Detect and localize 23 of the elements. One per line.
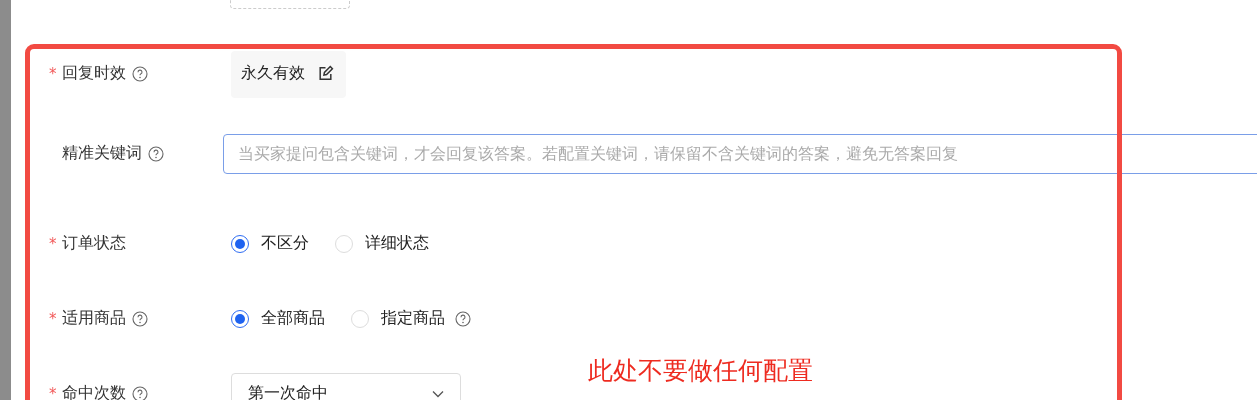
required-mark: *: [49, 309, 58, 328]
help-icon[interactable]: [132, 310, 148, 327]
option-label[interactable]: 详细状态: [365, 233, 429, 254]
keyword-field[interactable]: 当买家提问包含关键词，才会回复该答案。若配置关键词，请保留不含关键词的答案，避免无答案回复: [223, 133, 1257, 174]
validity-value[interactable]: 永久有效: [231, 51, 346, 98]
field-label: 回复时效: [62, 63, 126, 84]
help-icon[interactable]: [148, 145, 164, 162]
help-icon[interactable]: [455, 310, 471, 327]
field-label: 适用商品: [62, 308, 126, 329]
required-mark: *: [49, 64, 58, 83]
option-label[interactable]: 指定商品: [381, 308, 445, 329]
field-label: 精准关键词: [62, 143, 142, 164]
option-label[interactable]: 不区分: [261, 233, 309, 254]
annotation-text: 此处不要做任何配置: [588, 355, 813, 387]
required-mark: *: [49, 234, 58, 253]
help-icon[interactable]: [132, 385, 148, 400]
field-label: 命中次数: [62, 383, 126, 400]
help-icon[interactable]: [132, 65, 148, 82]
field-label: 订单状态: [62, 233, 126, 254]
option-label[interactable]: 全部商品: [261, 308, 325, 329]
required-mark: *: [49, 384, 58, 400]
hit-count-select[interactable]: 第一次命中: [231, 372, 461, 400]
edit-icon: [317, 65, 334, 82]
